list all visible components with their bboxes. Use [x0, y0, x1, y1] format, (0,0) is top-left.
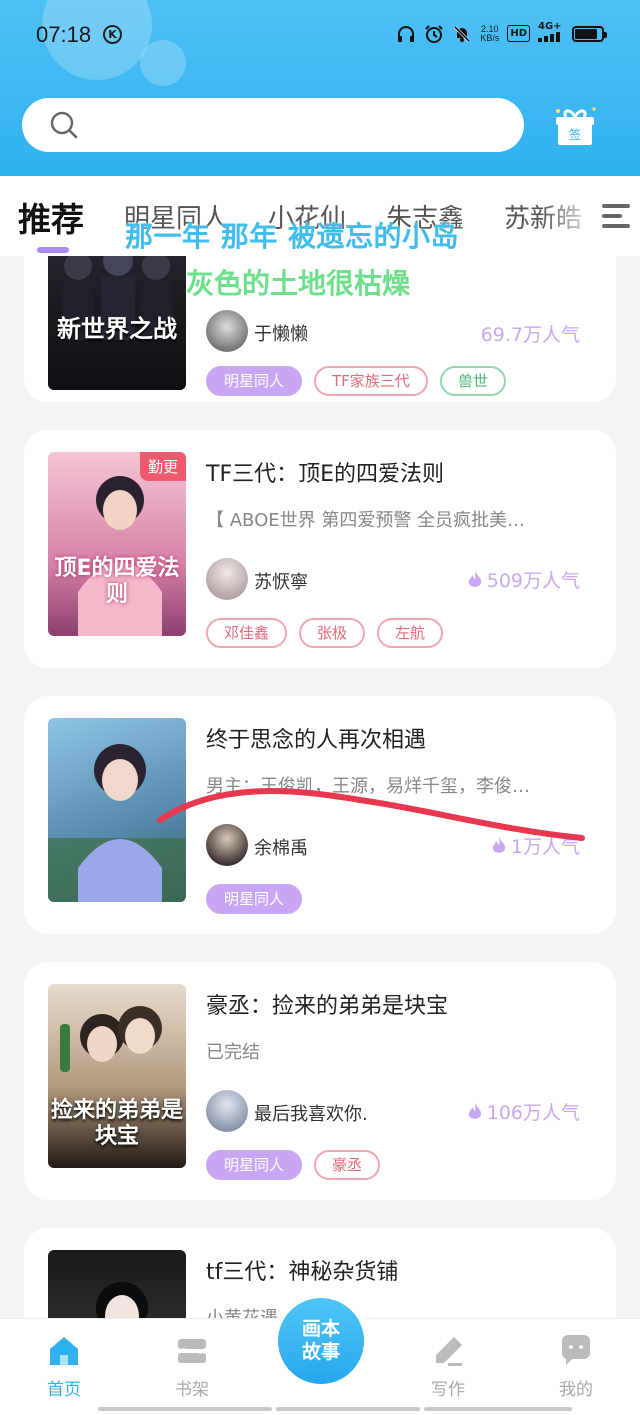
book-title[interactable]: 豪丞：捡来的弟弟是块宝: [206, 988, 448, 1020]
update-badge: 勤更: [139, 452, 186, 481]
bookshelf-icon: [178, 1339, 206, 1363]
book-cover[interactable]: [48, 718, 186, 902]
avatar[interactable]: [206, 824, 248, 866]
popularity-text: 69.7万人气: [480, 324, 580, 346]
flame-icon: [468, 570, 481, 587]
tag[interactable]: 兽世: [439, 366, 506, 396]
popularity: 1万人气: [491, 832, 580, 859]
tab-fade: [540, 190, 600, 246]
tag[interactable]: 明星同人: [206, 884, 303, 914]
cover-title: 新世界之战: [57, 315, 177, 343]
tag[interactable]: 邓佳鑫: [206, 618, 288, 648]
book-title[interactable]: tf三代：神秘杂货铺: [206, 1254, 398, 1286]
book-description: 男主：王俊凯，王源，易烊千玺，李俊…: [206, 776, 530, 797]
nav-label: 写作: [431, 1380, 465, 1400]
book-title[interactable]: TF三代：顶E的四爱法则: [206, 456, 444, 488]
nav-home[interactable]: 首页: [24, 1333, 104, 1400]
book-cover[interactable]: 新世界之战: [48, 256, 186, 390]
avatar[interactable]: [206, 310, 248, 352]
nav-write[interactable]: 写作: [408, 1333, 488, 1400]
hd-badge: HD: [507, 25, 530, 42]
book-description: 小黄花遇…: [206, 1304, 586, 1318]
tag-list: 明星同人 豪丞: [206, 1150, 381, 1180]
tag[interactable]: 张极: [299, 618, 366, 648]
book-card[interactable]: 捡来的弟弟是块宝 豪丞：捡来的弟弟是块宝 已完结 最后我喜欢你. 106万人气 …: [24, 962, 616, 1200]
book-cover[interactable]: 顶E的四爱法则 勤更: [48, 452, 186, 636]
daily-checkin-gift-icon[interactable]: 签: [552, 103, 598, 149]
book-feed: 新世界之战 于懒懒 69.7万人气 明星同人 TF家族三代 兽世 顶E的四爱法则…: [0, 256, 640, 1318]
pen-icon: [436, 1337, 462, 1366]
popularity: 509万人气: [467, 566, 580, 593]
popularity: 69.7万人气: [481, 320, 580, 347]
nav-bookshelf[interactable]: 书架: [152, 1333, 232, 1400]
network-type: 4G+: [538, 21, 562, 32]
book-title[interactable]: 终于思念的人再次相遇: [206, 722, 426, 754]
popularity-text: 1万人气: [510, 836, 580, 858]
cover-title: 捡来的弟弟是块宝: [50, 1098, 183, 1149]
svg-text:签: 签: [569, 127, 581, 142]
nav-label: 我的: [559, 1380, 593, 1400]
tab-recommend[interactable]: 推荐: [18, 193, 84, 241]
author-name[interactable]: 最后我喜欢你.: [254, 1100, 368, 1126]
flame-icon: [492, 836, 506, 853]
mute-bell-icon: [452, 24, 472, 44]
tag[interactable]: TF家族三代: [314, 366, 428, 396]
tag-list: 明星同人 TF家族三代 兽世: [206, 366, 506, 396]
book-cover[interactable]: 捡来的弟弟是块宝: [48, 984, 186, 1168]
search-icon: [50, 111, 78, 139]
overlay-text-line2: 灰色的土地很枯燥: [186, 267, 411, 300]
tag[interactable]: 明星同人: [206, 366, 303, 396]
signal-icon: 4G+: [538, 22, 564, 45]
tag-list: 邓佳鑫 张极 左航: [206, 618, 444, 648]
create-story-line2: 故事: [301, 1341, 340, 1363]
category-menu-icon[interactable]: [598, 200, 634, 232]
create-story-button[interactable]: 画本 故事: [278, 1298, 364, 1384]
net-speed: 2.10 KB/s: [480, 24, 500, 43]
avatar[interactable]: [206, 1090, 248, 1132]
cover-art: [48, 744, 186, 902]
nav-label: 书架: [175, 1380, 209, 1400]
tag-list: 明星同人: [206, 884, 303, 914]
tag[interactable]: 豪丞: [314, 1150, 381, 1180]
nav-mine[interactable]: 我的: [536, 1333, 616, 1400]
status-time: 07:18: [36, 22, 92, 47]
nav-label: 首页: [47, 1380, 81, 1400]
chat-face-icon: [561, 1335, 590, 1365]
popularity-text: 106万人气: [486, 1102, 580, 1124]
headphones-icon: [396, 24, 416, 44]
book-card[interactable]: 顶E的四爱法则 勤更 TF三代：顶E的四爱法则 【 ABOE世界 第四爱预警 全…: [24, 430, 616, 668]
gesture-bar: [98, 1407, 272, 1411]
alarm-icon: [424, 24, 444, 44]
search-bar[interactable]: [22, 98, 524, 152]
avatar[interactable]: [206, 558, 248, 600]
author-name[interactable]: 余棉禹: [254, 834, 308, 860]
flame-icon: [468, 1102, 481, 1119]
tab-active-indicator: [37, 247, 69, 253]
book-cover[interactable]: [48, 1250, 186, 1318]
overlay-text-line1: 那一年 那年 被遗忘的小岛: [125, 220, 459, 253]
tag[interactable]: 左航: [377, 618, 444, 648]
status-bar: 07:18 K 2.10 KB/s HD 4G+: [0, 0, 640, 70]
battery-icon: [572, 25, 607, 42]
author-name[interactable]: 于懒懒: [254, 320, 308, 346]
search-input[interactable]: [92, 98, 502, 152]
gesture-bar: [424, 1407, 572, 1411]
author-name[interactable]: 苏恹寧: [254, 568, 308, 594]
create-story-line1: 画本: [301, 1318, 340, 1340]
k-badge-icon: K: [103, 25, 122, 44]
book-card[interactable]: 终于思念的人再次相遇 男主：王俊凯，王源，易烊千玺，李俊… 余棉禹 1万人气 明…: [24, 696, 616, 934]
home-icon: [50, 1337, 78, 1365]
popularity: 106万人气: [467, 1098, 580, 1125]
net-speed-unit: KB/s: [480, 32, 500, 43]
cover-title: 顶E的四爱法则: [54, 556, 180, 607]
book-description: 已完结: [206, 1042, 260, 1063]
popularity-text: 509万人气: [486, 570, 580, 592]
cover-art: [96, 1282, 148, 1318]
book-description: 【 ABOE世界 第四爱预警 全员疯批美…: [206, 510, 526, 531]
tag[interactable]: 明星同人: [206, 1150, 303, 1180]
gesture-bar: [276, 1407, 420, 1411]
